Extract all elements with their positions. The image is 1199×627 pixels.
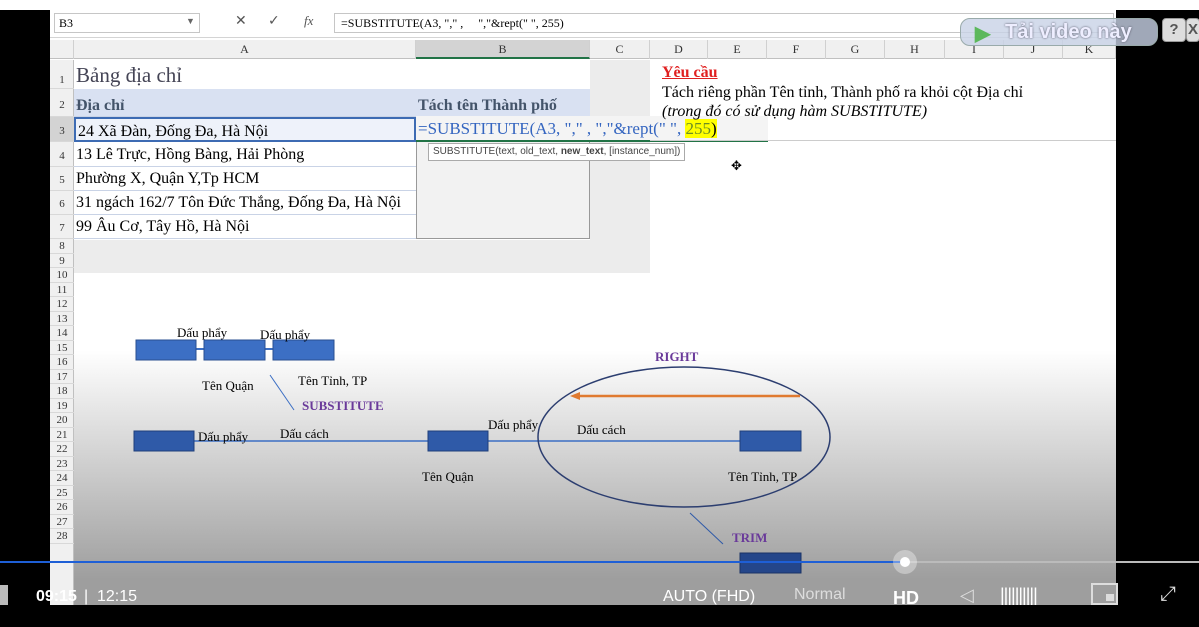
top-strip	[0, 0, 1199, 10]
current-time: 09:15	[36, 588, 77, 605]
diagram-box	[203, 339, 266, 361]
label-dau-phay: Dấu phẩy	[198, 429, 249, 444]
label-ten-tinh: Tên Tỉnh, TP	[728, 469, 797, 484]
download-video-button[interactable]: ▶ Tải video này	[960, 18, 1158, 46]
duration: 12:15	[97, 588, 138, 605]
volume-icon[interactable]: ◁	[960, 585, 974, 606]
label-substitute: SUBSTITUTE	[302, 398, 384, 413]
progress-fill	[0, 561, 906, 563]
hd-button[interactable]: HD	[893, 588, 919, 609]
label-dau-cach: Dấu cách	[280, 426, 329, 441]
label-dau-cach: Dấu cách	[577, 422, 626, 437]
label-ten-quan: Tên Quận	[422, 469, 474, 484]
quality-button[interactable]: AUTO (FHD)	[663, 588, 755, 606]
volume-slider[interactable]: ||||||||||	[1000, 585, 1038, 606]
arrow-trim	[689, 512, 724, 545]
video-controls: 09:15 | 12:15 AUTO (FHD) Normal HD ◁ |||…	[0, 550, 1199, 608]
arrow-substitute	[269, 374, 295, 411]
close-overlay-button[interactable]: X	[1186, 18, 1199, 42]
play-icon: ▶	[975, 23, 991, 45]
diagram-box	[427, 430, 489, 452]
label-right: RIGHT	[655, 349, 699, 364]
label-trim: TRIM	[732, 530, 767, 545]
diagram-box	[135, 339, 197, 361]
label-dau-phay: Dấu phẩy	[260, 327, 311, 342]
label-dau-phay: Dấu phẩy	[177, 325, 228, 340]
label-ten-tinh: Tên Tỉnh, TP	[298, 373, 367, 388]
progress-handle[interactable]	[893, 550, 918, 574]
fullscreen-icon[interactable]: ⤢	[1160, 583, 1176, 606]
diagram-box	[739, 430, 802, 452]
diagram: Dấu phẩy Dấu phẩy Tên Quận Tên Tỉnh, TP …	[133, 325, 831, 574]
help-button[interactable]: ?	[1162, 18, 1186, 42]
diagram-box	[133, 430, 195, 452]
miniplayer-icon[interactable]	[1091, 583, 1118, 605]
diagram-box	[272, 339, 335, 361]
excel-window: B3 ▼ ✕ ✓ fx =SUBSTITUTE(A3, "," , ","&re…	[50, 10, 1116, 605]
label-ten-quan: Tên Quận	[202, 378, 254, 393]
speed-button[interactable]: Normal	[794, 586, 846, 604]
label-dau-phay: Dấu phẩy	[488, 417, 539, 432]
